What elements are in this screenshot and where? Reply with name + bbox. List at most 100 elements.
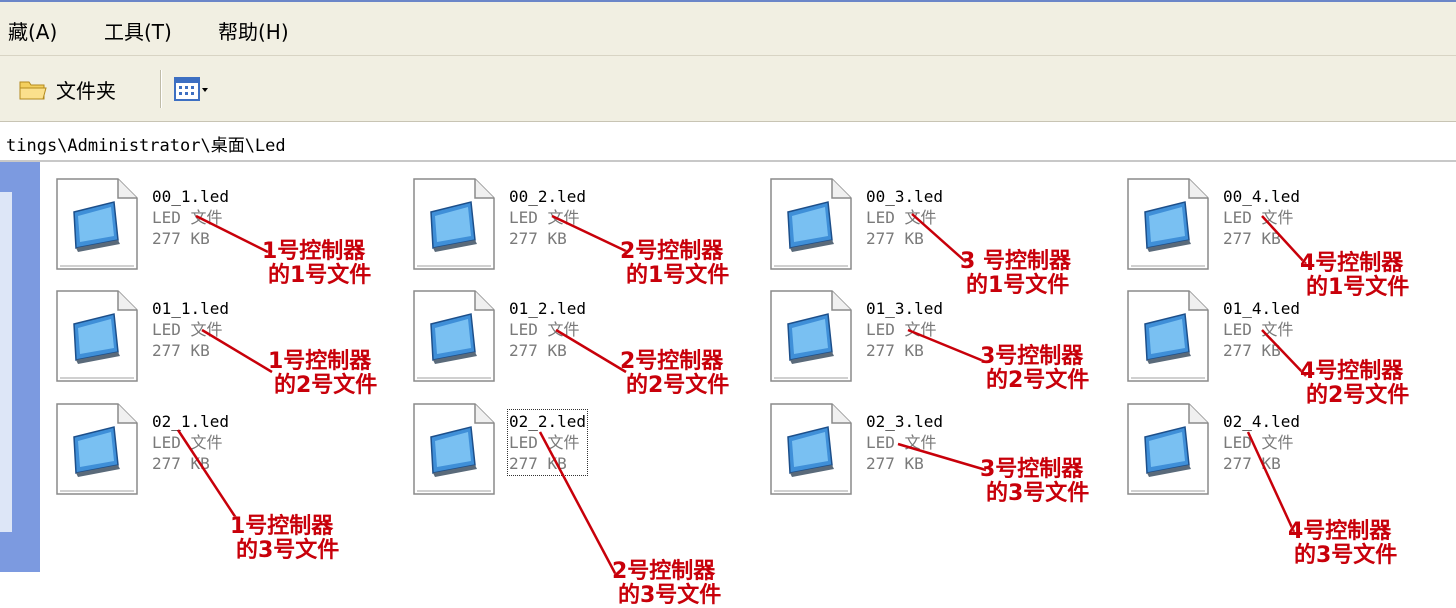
file-meta: 02_3.led LED 文件 277 KB xyxy=(866,411,943,474)
file-meta: 02_1.led LED 文件 277 KB xyxy=(152,411,229,474)
annotation-line2: 的3号文件 xyxy=(236,538,340,563)
file-type: LED 文件 xyxy=(1223,320,1294,339)
annotation-line1: 3号控制器 xyxy=(980,457,1084,482)
file-meta: 00_3.led LED 文件 277 KB xyxy=(866,186,943,249)
annotation-line1: 4号控制器 xyxy=(1288,519,1392,544)
views-button[interactable] xyxy=(174,74,210,104)
file-meta: 02_4.led LED 文件 277 KB xyxy=(1223,411,1300,474)
address-path: tings\Administrator\桌面\Led xyxy=(6,136,286,156)
file-item[interactable]: 02_2.led LED 文件 277 KB xyxy=(413,403,743,503)
annotation-label: 4号控制器 的3号文件 xyxy=(1288,520,1397,568)
file-type: LED 文件 xyxy=(866,208,937,227)
file-size: 277 KB xyxy=(866,341,924,360)
annotation-label: 3号控制器 的2号文件 xyxy=(980,345,1089,393)
annotation-line1: 4号控制器 xyxy=(1300,251,1404,276)
annotation-line1: 1号控制器 xyxy=(268,349,372,374)
annotation-line2: 的3号文件 xyxy=(618,583,722,608)
annotation-line2: 的2号文件 xyxy=(1306,383,1410,408)
file-type: LED 文件 xyxy=(152,208,223,227)
folders-button[interactable]: 文件夹 xyxy=(18,70,116,108)
file-name: 01_2.led xyxy=(509,299,587,318)
led-file-icon xyxy=(413,178,495,274)
file-type: LED 文件 xyxy=(152,320,223,339)
file-meta: 00_2.led LED 文件 277 KB xyxy=(509,186,586,249)
annotation-line2: 的2号文件 xyxy=(626,373,730,398)
annotation-label: 1号控制器 的3号文件 xyxy=(230,515,339,563)
file-name: 00_2.led xyxy=(509,187,587,206)
menu-tools[interactable]: 工具(T) xyxy=(104,16,172,45)
led-file-icon xyxy=(56,178,138,274)
file-item[interactable]: 02_4.led LED 文件 277 KB xyxy=(1127,403,1456,503)
annotation-label: 4号控制器 的1号文件 xyxy=(1300,252,1409,300)
annotation-line2: 的3号文件 xyxy=(986,481,1090,506)
annotation-label: 2号控制器 的3号文件 xyxy=(612,560,721,608)
file-type: LED 文件 xyxy=(866,320,937,339)
file-size: 277 KB xyxy=(152,454,210,473)
file-type: LED 文件 xyxy=(1223,433,1294,452)
file-size: 277 KB xyxy=(866,229,924,248)
annotation-line1: 1号控制器 xyxy=(230,514,334,539)
annotation-line1: 2号控制器 xyxy=(612,559,716,584)
led-file-icon xyxy=(413,403,495,499)
annotation-line2: 的1号文件 xyxy=(966,273,1070,298)
led-file-icon xyxy=(1127,178,1209,274)
annotation-line1: 2号控制器 xyxy=(620,239,724,264)
file-size: 277 KB xyxy=(1223,341,1281,360)
menu-favorites[interactable]: 藏(A) xyxy=(8,16,57,45)
annotation-line2: 的3号文件 xyxy=(1294,543,1398,568)
file-name: 01_1.led xyxy=(152,299,230,318)
led-file-icon xyxy=(56,403,138,499)
task-pane-panel xyxy=(0,192,12,532)
file-size: 277 KB xyxy=(509,454,567,473)
led-file-icon xyxy=(770,178,852,274)
annotation-line2: 的2号文件 xyxy=(986,368,1090,393)
address-bar[interactable]: tings\Administrator\桌面\Led xyxy=(0,122,1456,162)
annotation-line1: 4号控制器 xyxy=(1300,359,1404,384)
file-meta: 01_3.led LED 文件 277 KB xyxy=(866,298,943,361)
file-meta: 00_1.led LED 文件 277 KB xyxy=(152,186,229,249)
annotation-label: 2号控制器 的1号文件 xyxy=(620,240,729,288)
annotation-line1: 1号控制器 xyxy=(262,239,366,264)
annotation-line2: 的1号文件 xyxy=(626,263,730,288)
annotation-label: 4号控制器 的2号文件 xyxy=(1300,360,1409,408)
led-file-icon xyxy=(56,290,138,386)
file-meta: 01_4.led LED 文件 277 KB xyxy=(1223,298,1300,361)
led-file-icon xyxy=(770,403,852,499)
folders-label: 文件夹 xyxy=(56,78,116,103)
file-meta: 01_2.led LED 文件 277 KB xyxy=(509,298,586,361)
led-file-icon xyxy=(1127,403,1209,499)
annotation-label: 1号控制器 的2号文件 xyxy=(268,350,377,398)
annotation-label: 3 号控制器 的1号文件 xyxy=(960,250,1071,298)
annotation-line2: 的1号文件 xyxy=(268,263,372,288)
folder-icon xyxy=(19,81,47,100)
file-type: LED 文件 xyxy=(509,208,580,227)
file-meta: 01_1.led LED 文件 277 KB xyxy=(152,298,229,361)
file-item[interactable]: 02_1.led LED 文件 277 KB xyxy=(56,403,386,503)
file-name: 00_4.led xyxy=(1223,187,1301,206)
file-size: 277 KB xyxy=(866,454,924,473)
file-name: 02_1.led xyxy=(152,412,230,431)
file-size: 277 KB xyxy=(152,229,210,248)
annotation-line1: 3号控制器 xyxy=(980,344,1084,369)
file-size: 277 KB xyxy=(509,229,567,248)
annotation-label: 2号控制器 的2号文件 xyxy=(620,350,729,398)
task-pane xyxy=(0,162,40,572)
file-name: 00_1.led xyxy=(152,187,230,206)
dropdown-arrow-icon xyxy=(202,88,208,92)
file-name: 02_3.led xyxy=(866,412,944,431)
menu-bar: 藏(A) 工具(T) 帮助(H) xyxy=(0,0,1456,56)
annotation-line1: 2号控制器 xyxy=(620,349,724,374)
views-grid-icon xyxy=(174,77,200,101)
annotation-line2: 的2号文件 xyxy=(274,373,378,398)
led-file-icon xyxy=(770,290,852,386)
file-type: LED 文件 xyxy=(509,433,580,452)
file-size: 277 KB xyxy=(509,341,567,360)
annotation-label: 1号控制器 的1号文件 xyxy=(262,240,371,288)
file-type: LED 文件 xyxy=(152,433,223,452)
file-name: 02_2.led xyxy=(509,412,587,431)
menu-help[interactable]: 帮助(H) xyxy=(218,16,289,45)
file-meta: 02_2.led LED 文件 277 KB xyxy=(506,409,589,476)
annotation-line2: 的1号文件 xyxy=(1306,275,1410,300)
file-type: LED 文件 xyxy=(1223,208,1294,227)
file-name: 01_4.led xyxy=(1223,299,1301,318)
